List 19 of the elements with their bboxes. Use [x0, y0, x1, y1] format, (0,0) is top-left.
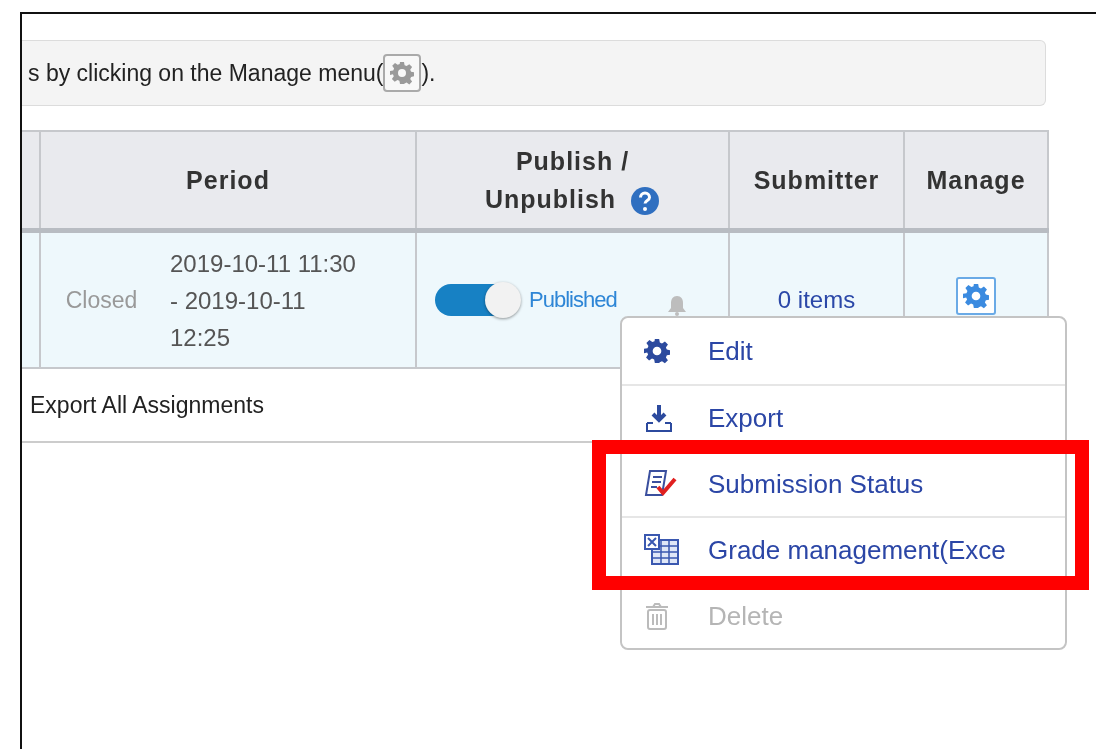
period-text: 2019-10-11 11:30 - 2019-10-11 12:25 — [170, 248, 357, 353]
gear-icon — [644, 338, 670, 364]
export-all-link[interactable]: Export All Assignments — [30, 391, 264, 419]
column-header: Period — [40, 131, 416, 231]
publish-toggle[interactable] — [435, 284, 519, 316]
column-header: Publish / Unpublish — [416, 131, 729, 231]
status-text: Closed — [65, 286, 138, 313]
notice-text: ). — [421, 59, 436, 87]
publish-status: Published — [529, 287, 617, 313]
help-icon[interactable] — [630, 186, 661, 217]
trash-icon — [644, 601, 670, 631]
column-header: Submitter — [729, 131, 904, 231]
column-header: Manage — [904, 131, 1048, 231]
notice-text: s by clicking on the Manage menu( — [28, 59, 384, 87]
submitter-link[interactable]: 0 items — [777, 286, 856, 313]
gear-icon — [963, 283, 989, 309]
download-icon — [644, 403, 674, 433]
manage-button[interactable] — [956, 277, 996, 315]
spreadsheet-icon — [644, 534, 680, 566]
